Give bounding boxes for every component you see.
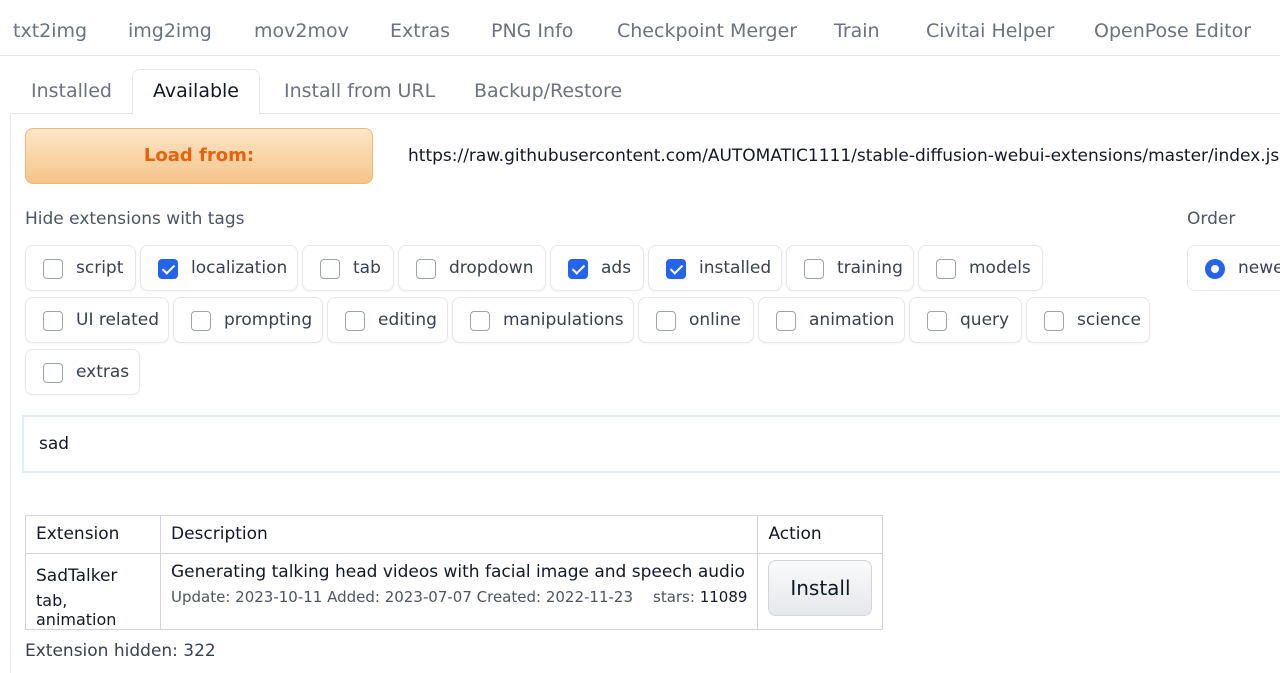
tag-dropdown[interactable]: dropdown (398, 245, 546, 291)
checkbox[interactable] (43, 363, 63, 383)
hidden-count-text: Extension hidden: 322 (25, 641, 216, 661)
load-from-button[interactable]: Load from: (25, 128, 373, 184)
tag-label: localization (191, 258, 288, 278)
tag-models[interactable]: models (918, 245, 1043, 291)
tag-script[interactable]: script (25, 245, 136, 291)
checkbox[interactable] (927, 311, 947, 331)
tag-label: manipulations (503, 310, 624, 330)
tag-label: science (1077, 310, 1141, 330)
tab-mov2mov[interactable]: mov2mov (254, 20, 349, 42)
tag-label: query (960, 310, 1010, 330)
tab-img2img[interactable]: img2img (128, 20, 212, 42)
extension-tags: tab, animation (36, 591, 117, 629)
tag-ui-related[interactable]: UI related (25, 297, 169, 343)
tag-editing[interactable]: editing (327, 297, 448, 343)
column-header-action: Action (757, 515, 884, 554)
hide-tags-label: Hide extensions with tags (25, 209, 245, 229)
tag-prompting[interactable]: prompting (173, 297, 323, 343)
checkbox[interactable] (568, 259, 588, 279)
checkbox[interactable] (776, 311, 796, 331)
order-label: Order (1187, 209, 1236, 229)
column-header-extension: Extension (25, 515, 161, 554)
table-row: SadTalker tab, animation Generating talk… (25, 553, 884, 630)
subtab-available-label: Available (152, 80, 239, 102)
tag-label: ads (601, 258, 632, 278)
extension-cell: SadTalker tab, animation (25, 553, 161, 630)
order-option-label: newe (1238, 258, 1280, 278)
checkbox[interactable] (666, 259, 686, 279)
tag-label: dropdown (449, 258, 534, 278)
tab-png-info[interactable]: PNG Info (491, 20, 573, 42)
tag-tab[interactable]: tab (302, 245, 394, 291)
subtab-install-from-url[interactable]: Install from URL (284, 80, 435, 102)
stars-label: stars: (653, 588, 695, 606)
tag-animation[interactable]: animation (758, 297, 905, 343)
tag-label: online (689, 310, 741, 330)
column-header-description: Description (159, 515, 759, 554)
description-cell: Generating talking head videos with faci… (159, 553, 759, 630)
checkbox[interactable] (1044, 311, 1064, 331)
checkbox[interactable] (43, 311, 63, 331)
checkbox[interactable] (345, 311, 365, 331)
tag-label: training (837, 258, 903, 278)
checkbox[interactable] (191, 311, 211, 331)
checkbox[interactable] (43, 259, 63, 279)
tag-label: editing (378, 310, 437, 330)
radio-button[interactable] (1205, 259, 1225, 279)
checkbox[interactable] (320, 259, 340, 279)
checkbox[interactable] (470, 311, 490, 331)
tag-label: script (76, 258, 124, 278)
install-button[interactable]: Install (768, 560, 873, 616)
tab-checkpoint-merger[interactable]: Checkpoint Merger (617, 20, 797, 42)
checkbox[interactable] (416, 259, 436, 279)
tag-label: installed (699, 258, 772, 278)
tag-label: prompting (224, 310, 313, 330)
subtab-installed[interactable]: Installed (31, 80, 112, 102)
extension-meta: Update: 2023-10-11 Added: 2023-07-07 Cre… (171, 588, 747, 606)
checkbox[interactable] (656, 311, 676, 331)
tag-label: extras (76, 362, 130, 382)
tab-train[interactable]: Train (834, 20, 880, 42)
extensions-table: Extension Description Action SadTalker t… (25, 515, 884, 630)
extension-search-input[interactable]: sad (22, 415, 1280, 473)
tag-label: models (969, 258, 1031, 278)
tab-civitai-helper[interactable]: Civitai Helper (926, 20, 1054, 42)
extension-dates: Update: 2023-10-11 Added: 2023-07-07 Cre… (171, 588, 633, 606)
tab-openpose-editor[interactable]: OpenPose Editor (1094, 20, 1251, 42)
checkbox[interactable] (804, 259, 824, 279)
tag-extras[interactable]: extras (25, 349, 140, 395)
checkbox[interactable] (936, 259, 956, 279)
tag-training[interactable]: training (786, 245, 914, 291)
extension-name-link[interactable]: SadTalker (36, 566, 150, 586)
tag-installed[interactable]: installed (648, 245, 782, 291)
tab-txt2img[interactable]: txt2img (13, 20, 87, 42)
checkbox[interactable] (158, 259, 178, 279)
tag-science[interactable]: science (1026, 297, 1150, 343)
action-cell: Install (757, 553, 884, 630)
table-header-row: Extension Description Action (25, 515, 884, 554)
main-tab-bar: txt2img img2img mov2mov Extras PNG Info … (0, 0, 1280, 56)
tag-ads[interactable]: ads (550, 245, 644, 291)
tag-manipulations[interactable]: manipulations (452, 297, 634, 343)
index-url-input[interactable]: https://raw.githubusercontent.com/AUTOMA… (395, 128, 1280, 184)
tag-online[interactable]: online (638, 297, 754, 343)
subtab-available[interactable]: Available (132, 69, 260, 115)
tag-label: UI related (76, 310, 159, 330)
tag-label: animation (809, 310, 895, 330)
tag-query[interactable]: query (909, 297, 1022, 343)
tag-localization[interactable]: localization (140, 245, 298, 291)
tab-extras[interactable]: Extras (390, 20, 450, 42)
extension-description: Generating talking head videos with faci… (171, 562, 745, 582)
order-newest[interactable]: newe (1187, 245, 1280, 291)
stars-count: 11089 (699, 588, 748, 606)
subtab-backup-restore[interactable]: Backup/Restore (474, 80, 622, 102)
tag-label: tab (353, 258, 381, 278)
